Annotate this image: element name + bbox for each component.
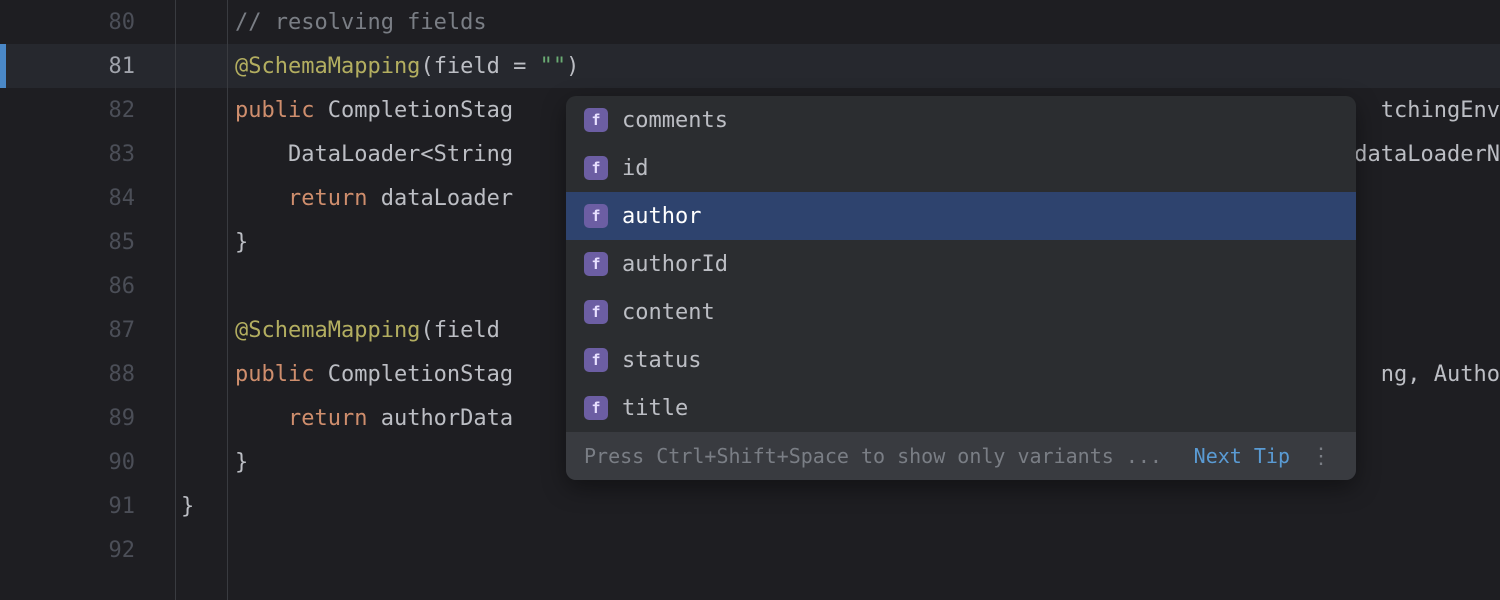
gutter-line: 92	[0, 528, 165, 572]
line-number: 85	[109, 230, 136, 255]
field-icon: f	[584, 300, 608, 324]
kebab-menu-icon[interactable]: ⋮	[1304, 444, 1338, 469]
completion-label: status	[622, 348, 701, 373]
completion-item-author[interactable]: f author	[566, 192, 1356, 240]
line-number: 80	[109, 10, 136, 35]
annotation: @SchemaMapping	[235, 54, 420, 79]
completion-label: authorId	[622, 252, 728, 277]
line-number: 82	[109, 98, 136, 123]
completion-item-title[interactable]: f title	[566, 384, 1356, 432]
gutter-line: 80	[0, 0, 165, 44]
completion-item-content[interactable]: f content	[566, 288, 1356, 336]
gutter-line: 85	[0, 220, 165, 264]
completion-label: content	[622, 300, 715, 325]
gutter-line: 83	[0, 132, 165, 176]
current-line-marker	[0, 44, 6, 88]
line-number: 91	[109, 494, 136, 519]
completion-item-id[interactable]: f id	[566, 144, 1356, 192]
gutter: 80 81 82 83 84 85 86	[0, 0, 165, 600]
indent-guide	[227, 0, 228, 600]
field-icon: f	[584, 204, 608, 228]
indent-guide	[175, 0, 176, 600]
field-icon: f	[584, 156, 608, 180]
field-icon: f	[584, 108, 608, 132]
completion-popup: f comments f id f author f authorId f co…	[566, 96, 1356, 480]
completion-label: id	[622, 156, 649, 181]
gutter-line: 81	[0, 44, 165, 88]
completion-item-comments[interactable]: f comments	[566, 96, 1356, 144]
code-line[interactable]: @SchemaMapping(field = "")	[165, 44, 1500, 88]
comment-text: // resolving fields	[235, 10, 487, 35]
completion-label: author	[622, 204, 701, 229]
gutter-line: 89	[0, 396, 165, 440]
gutter-line: 90	[0, 440, 165, 484]
gutter-line: 88	[0, 352, 165, 396]
next-tip-link[interactable]: Next Tip	[1194, 444, 1290, 468]
gutter-line: 82	[0, 88, 165, 132]
line-number: 86	[109, 274, 136, 299]
line-number: 88	[109, 362, 136, 387]
gutter-line: 87	[0, 308, 165, 352]
gutter-line: 86	[0, 264, 165, 308]
completion-item-authorid[interactable]: f authorId	[566, 240, 1356, 288]
line-number: 84	[109, 186, 136, 211]
field-icon: f	[584, 396, 608, 420]
gutter-line: 91	[0, 484, 165, 528]
gutter-line: 84	[0, 176, 165, 220]
completion-footer: Press Ctrl+Shift+Space to show only vari…	[566, 432, 1356, 480]
line-number: 87	[109, 318, 136, 343]
code-line[interactable]: }	[165, 484, 1500, 528]
line-number: 90	[109, 450, 136, 475]
line-number: 89	[109, 406, 136, 431]
string-literal: ""	[540, 54, 567, 79]
line-number: 92	[109, 538, 136, 563]
completion-hint: Press Ctrl+Shift+Space to show only vari…	[584, 444, 1180, 468]
code-line[interactable]	[165, 528, 1500, 572]
completion-label: title	[622, 396, 688, 421]
line-number: 81	[109, 54, 136, 79]
line-number: 83	[109, 142, 136, 167]
field-icon: f	[584, 348, 608, 372]
code-line[interactable]: // resolving fields	[165, 0, 1500, 44]
field-icon: f	[584, 252, 608, 276]
completion-label: comments	[622, 108, 728, 133]
completion-item-status[interactable]: f status	[566, 336, 1356, 384]
